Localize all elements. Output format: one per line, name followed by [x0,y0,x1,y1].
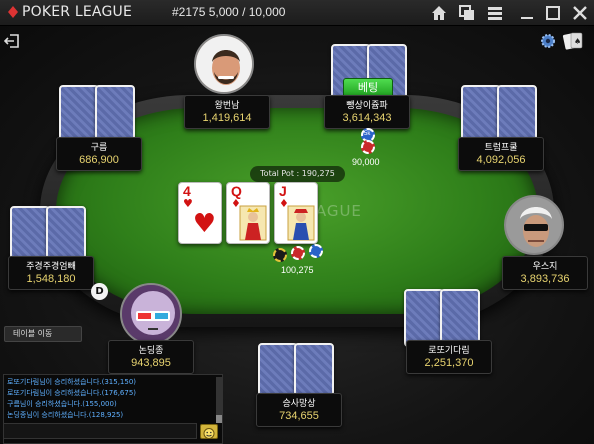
chat-line: 논딩종님이 승리하셨습니다.(128,925) [7,411,124,419]
player-cards-upper-left [59,85,141,145]
jack-face-icon [287,205,315,241]
close-icon[interactable] [571,4,589,22]
board-card: 4 ♥ ♥ [178,182,222,244]
card-back [95,85,135,143]
dealer-button: D [91,283,108,300]
table-info: #2175 5,000 / 10,000 [172,5,286,19]
card-back [461,85,501,143]
board-card: Q ♦ [226,182,270,244]
player-name: 승사망상 [282,399,316,409]
player-plate-top-right[interactable]: 뺑상이쥼파 3,614,343 [324,95,410,129]
queen-face-icon [239,205,267,241]
pot-chips-amount: 100,275 [281,265,314,275]
multi-table-icon[interactable] [458,4,476,22]
player-avatar-lower-left [120,283,182,345]
lobby-icon[interactable] [486,4,504,22]
chat-line: 구름님이 승리하셨습니다.(155,000) [7,400,117,408]
player-name: 주경주경엄빼 [26,262,76,272]
player-plate-bottom-center[interactable]: 승사망상 734,655 [256,393,342,427]
total-pot: Total Pot : 190,275 [250,166,345,182]
player-stack: 943,895 [131,357,171,369]
player-plate-mid-right[interactable]: 우스지 3,893,736 [502,256,588,290]
player-avatar-mid-right [504,195,564,255]
player-bet-amount: 90,000 [352,157,380,167]
board-card-suit: ♥ [183,197,193,210]
player-name: 논딩종 [138,346,164,356]
player-name: 구름 [90,143,108,153]
card-back [404,289,444,347]
player-plate-upper-left[interactable]: 구름 686,900 [56,137,142,171]
player-cards-upper-right [461,85,543,145]
home-icon[interactable] [430,4,448,22]
player-stack: 686,900 [79,154,119,166]
player-plate-lower-left[interactable]: 논딩종 943,895 [108,340,194,374]
chat-scrollbar-thumb[interactable] [216,415,222,423]
player-stack: 4,092,056 [476,154,526,166]
pot-chip [309,244,323,258]
card-back [440,289,480,347]
spade-logo-icon [8,6,18,18]
player-stack: 1,548,180 [26,273,76,285]
chat-input[interactable] [3,423,197,439]
player-name: 트럼프쿨 [484,143,518,153]
chat-line: 로또기다림님이 승리하셨습니다.(176,675) [7,389,137,397]
pot-chip [291,246,305,260]
table-move-button[interactable]: 테이블 이동 [4,326,82,342]
board-card: J ♦ [274,182,318,244]
gear-icon[interactable] [539,32,557,50]
player-plate-top-center[interactable]: 왕번남 1,419,614 [184,95,270,129]
player-name: 우스지 [532,262,558,272]
bet-chip [361,140,375,154]
app-title: POKER LEAGUE [22,4,132,20]
player-name: 왕번남 [214,101,240,111]
player-plate-lower-right[interactable]: 로또기다림 2,251,370 [406,340,492,374]
player-name: 로또기다림 [428,346,470,356]
minimize-icon[interactable] [518,4,536,22]
card-back [59,85,99,143]
player-plate-mid-left[interactable]: 주경주경엄빼 1,548,180 [8,256,94,290]
player-stack: 3,614,343 [342,112,392,124]
emoji-button[interactable] [200,424,218,439]
player-stack: 2,251,370 [424,357,474,369]
pot-chip [273,248,287,262]
maximize-icon[interactable] [544,4,562,22]
title-bar: POKER LEAGUE #2175 5,000 / 10,000 [0,0,594,26]
chat-line: 로또기다림님이 승리하셨습니다.(315,150) [7,378,137,386]
svg-text:♠: ♠ [574,37,581,46]
player-stack: 3,893,736 [520,273,570,285]
player-plate-upper-right[interactable]: 트럼프쿨 4,092,056 [458,137,544,171]
player-stack: 734,655 [279,410,319,422]
exit-icon[interactable] [4,33,20,49]
player-name: 뺑상이쥼파 [346,101,388,111]
board-card-suit-large: ♥ [192,209,216,239]
card-back [497,85,537,143]
cards-icon[interactable]: ♠ [562,31,584,51]
smiley-icon [203,428,215,439]
bet-chip-label: 5k [364,131,371,137]
player-avatar-top-center [194,34,254,94]
player-stack: 1,419,614 [202,112,252,124]
